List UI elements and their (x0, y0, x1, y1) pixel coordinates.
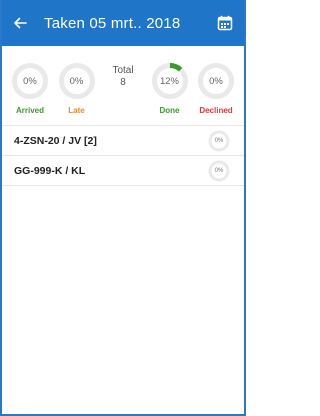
total-count: 8 (120, 77, 126, 88)
stat-value: 12% (159, 75, 179, 87)
progress-ring: 0% (58, 62, 96, 100)
task-progress-ring: 0% (208, 130, 230, 152)
task-name: GG-999-K / KL (14, 164, 86, 177)
stat-label: Arrived (15, 106, 44, 115)
total-label: Total (112, 65, 134, 76)
stat-value: 0% (69, 75, 84, 87)
back-button[interactable] (10, 13, 30, 33)
task-row[interactable]: 4-ZSN-20 / JV [2] 0% (2, 126, 244, 156)
progress-ring: 0% (197, 62, 235, 100)
task-progress-ring: 0% (208, 160, 230, 182)
task-progress: 0% (214, 167, 224, 174)
stat-value: 0% (209, 75, 223, 87)
stat-label: Done (159, 106, 180, 115)
calendar-icon (217, 15, 233, 31)
stat-total: Total 8 (101, 62, 145, 89)
stat-late[interactable]: 0% Late (55, 62, 99, 115)
calendar-button[interactable] (214, 12, 236, 34)
app-screen: Taken 05 mrt.. 2018 0% Arrived 0% Late T… (0, 0, 246, 416)
stat-value: 0% (23, 75, 37, 87)
stat-declined[interactable]: 0% Declined (194, 62, 238, 115)
arrow-left-icon (14, 17, 27, 29)
task-progress: 0% (214, 137, 224, 144)
app-bar: Taken 05 mrt.. 2018 (2, 0, 244, 46)
stat-done[interactable]: 12% Done (148, 62, 192, 115)
task-name: 4-ZSN-20 / JV [2] (14, 134, 97, 147)
progress-ring: 12% (151, 62, 189, 100)
stat-label: Late (68, 106, 85, 115)
page-title: Taken 05 mrt.. 2018 (44, 14, 181, 32)
status-summary: 0% Arrived 0% Late Total 8 12% Done 0% D… (2, 46, 244, 126)
progress-ring: 0% (11, 62, 49, 100)
task-row[interactable]: GG-999-K / KL 0% (2, 156, 244, 186)
stat-label: Declined (199, 106, 233, 115)
task-list: 4-ZSN-20 / JV [2] 0% GG-999-K / KL 0% (2, 126, 244, 186)
stat-arrived[interactable]: 0% Arrived (8, 62, 52, 115)
